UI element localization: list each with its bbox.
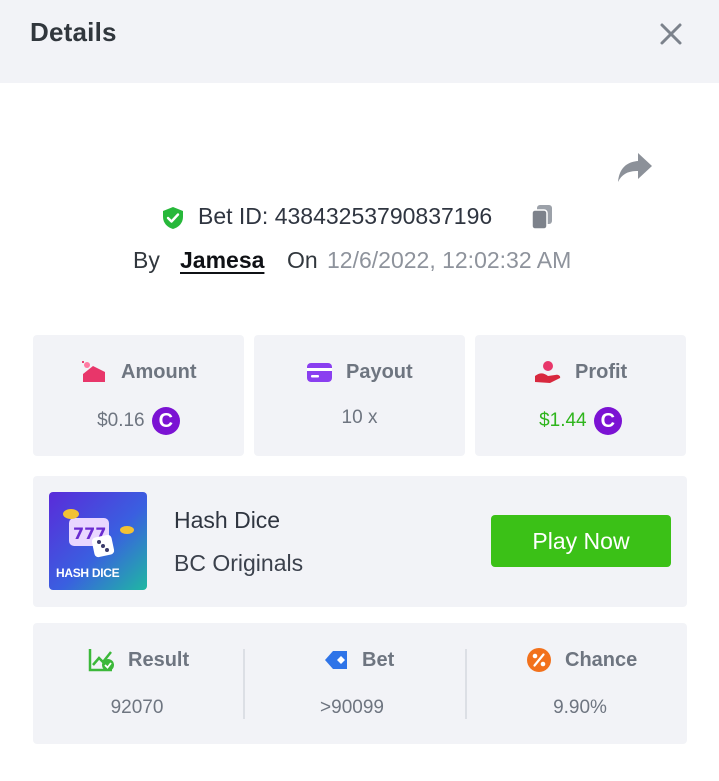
game-thumbnail[interactable]: 777 HASH DICE — [49, 492, 147, 590]
amount-card: Amount $0.16 C — [33, 335, 244, 456]
bet-meta-row: By Jamesa On 12/6/2022, 12:02:32 AM — [0, 245, 719, 277]
profit-value-row: $1.44 C — [475, 407, 686, 435]
chance-label: Chance — [565, 649, 638, 671]
by-label: By — [133, 247, 160, 273]
amount-label: Amount — [121, 361, 197, 383]
result-chart-icon — [88, 647, 116, 673]
result-label: Result — [128, 649, 190, 671]
game-thumbnail-text: HASH DICE — [56, 566, 120, 580]
play-now-button[interactable]: Play Now — [491, 515, 671, 567]
share-icon[interactable] — [616, 150, 654, 186]
bet-column: Bet >90099 — [251, 623, 469, 744]
chance-value: 9.90% — [553, 697, 607, 718]
bet-target-icon — [323, 647, 351, 673]
payout-icon — [306, 359, 334, 385]
verified-shield-icon — [161, 206, 185, 230]
column-divider — [465, 649, 467, 719]
payout-value: 10 x — [341, 407, 378, 428]
profit-label: Profit — [575, 361, 628, 383]
game-provider: BC Originals — [174, 550, 304, 576]
bet-id-row: Bet ID: 43843253790837196 — [0, 201, 719, 233]
chance-column: Chance 9.90% — [469, 623, 687, 744]
bet-value: >90099 — [320, 697, 384, 718]
modal-header: Details — [0, 0, 719, 83]
bet-id-text: Bet ID: 43843253790837196 — [198, 203, 493, 229]
bet-label: Bet — [362, 649, 395, 671]
result-value: 92070 — [110, 697, 164, 718]
percent-icon — [526, 647, 554, 673]
profit-value: $1.44 — [539, 410, 587, 431]
payout-label: Payout — [346, 361, 413, 383]
game-name: Hash Dice — [174, 507, 281, 533]
payout-card: Payout 10 x — [254, 335, 465, 456]
on-label: On — [287, 247, 318, 273]
amount-value: $0.16 — [97, 410, 145, 431]
username-link[interactable]: Jamesa — [180, 247, 264, 274]
game-card: 777 HASH DICE Hash Dice BC Originals Pla… — [33, 476, 687, 607]
amount-value-row: $0.16 C — [33, 407, 244, 435]
results-card: Result 92070 Bet >90099 Chance 9.90% — [33, 623, 687, 744]
profit-card: Profit $1.44 C — [475, 335, 686, 456]
copy-icon[interactable] — [528, 203, 556, 231]
coin-icon: C — [593, 407, 622, 435]
coin-icon: C — [151, 407, 180, 435]
amount-icon — [80, 359, 108, 385]
close-icon[interactable] — [656, 19, 686, 49]
modal-title: Details — [30, 17, 117, 47]
result-column: Result 92070 — [33, 623, 251, 744]
bet-timestamp: 12/6/2022, 12:02:32 AM — [327, 247, 572, 273]
profit-icon — [534, 359, 562, 385]
